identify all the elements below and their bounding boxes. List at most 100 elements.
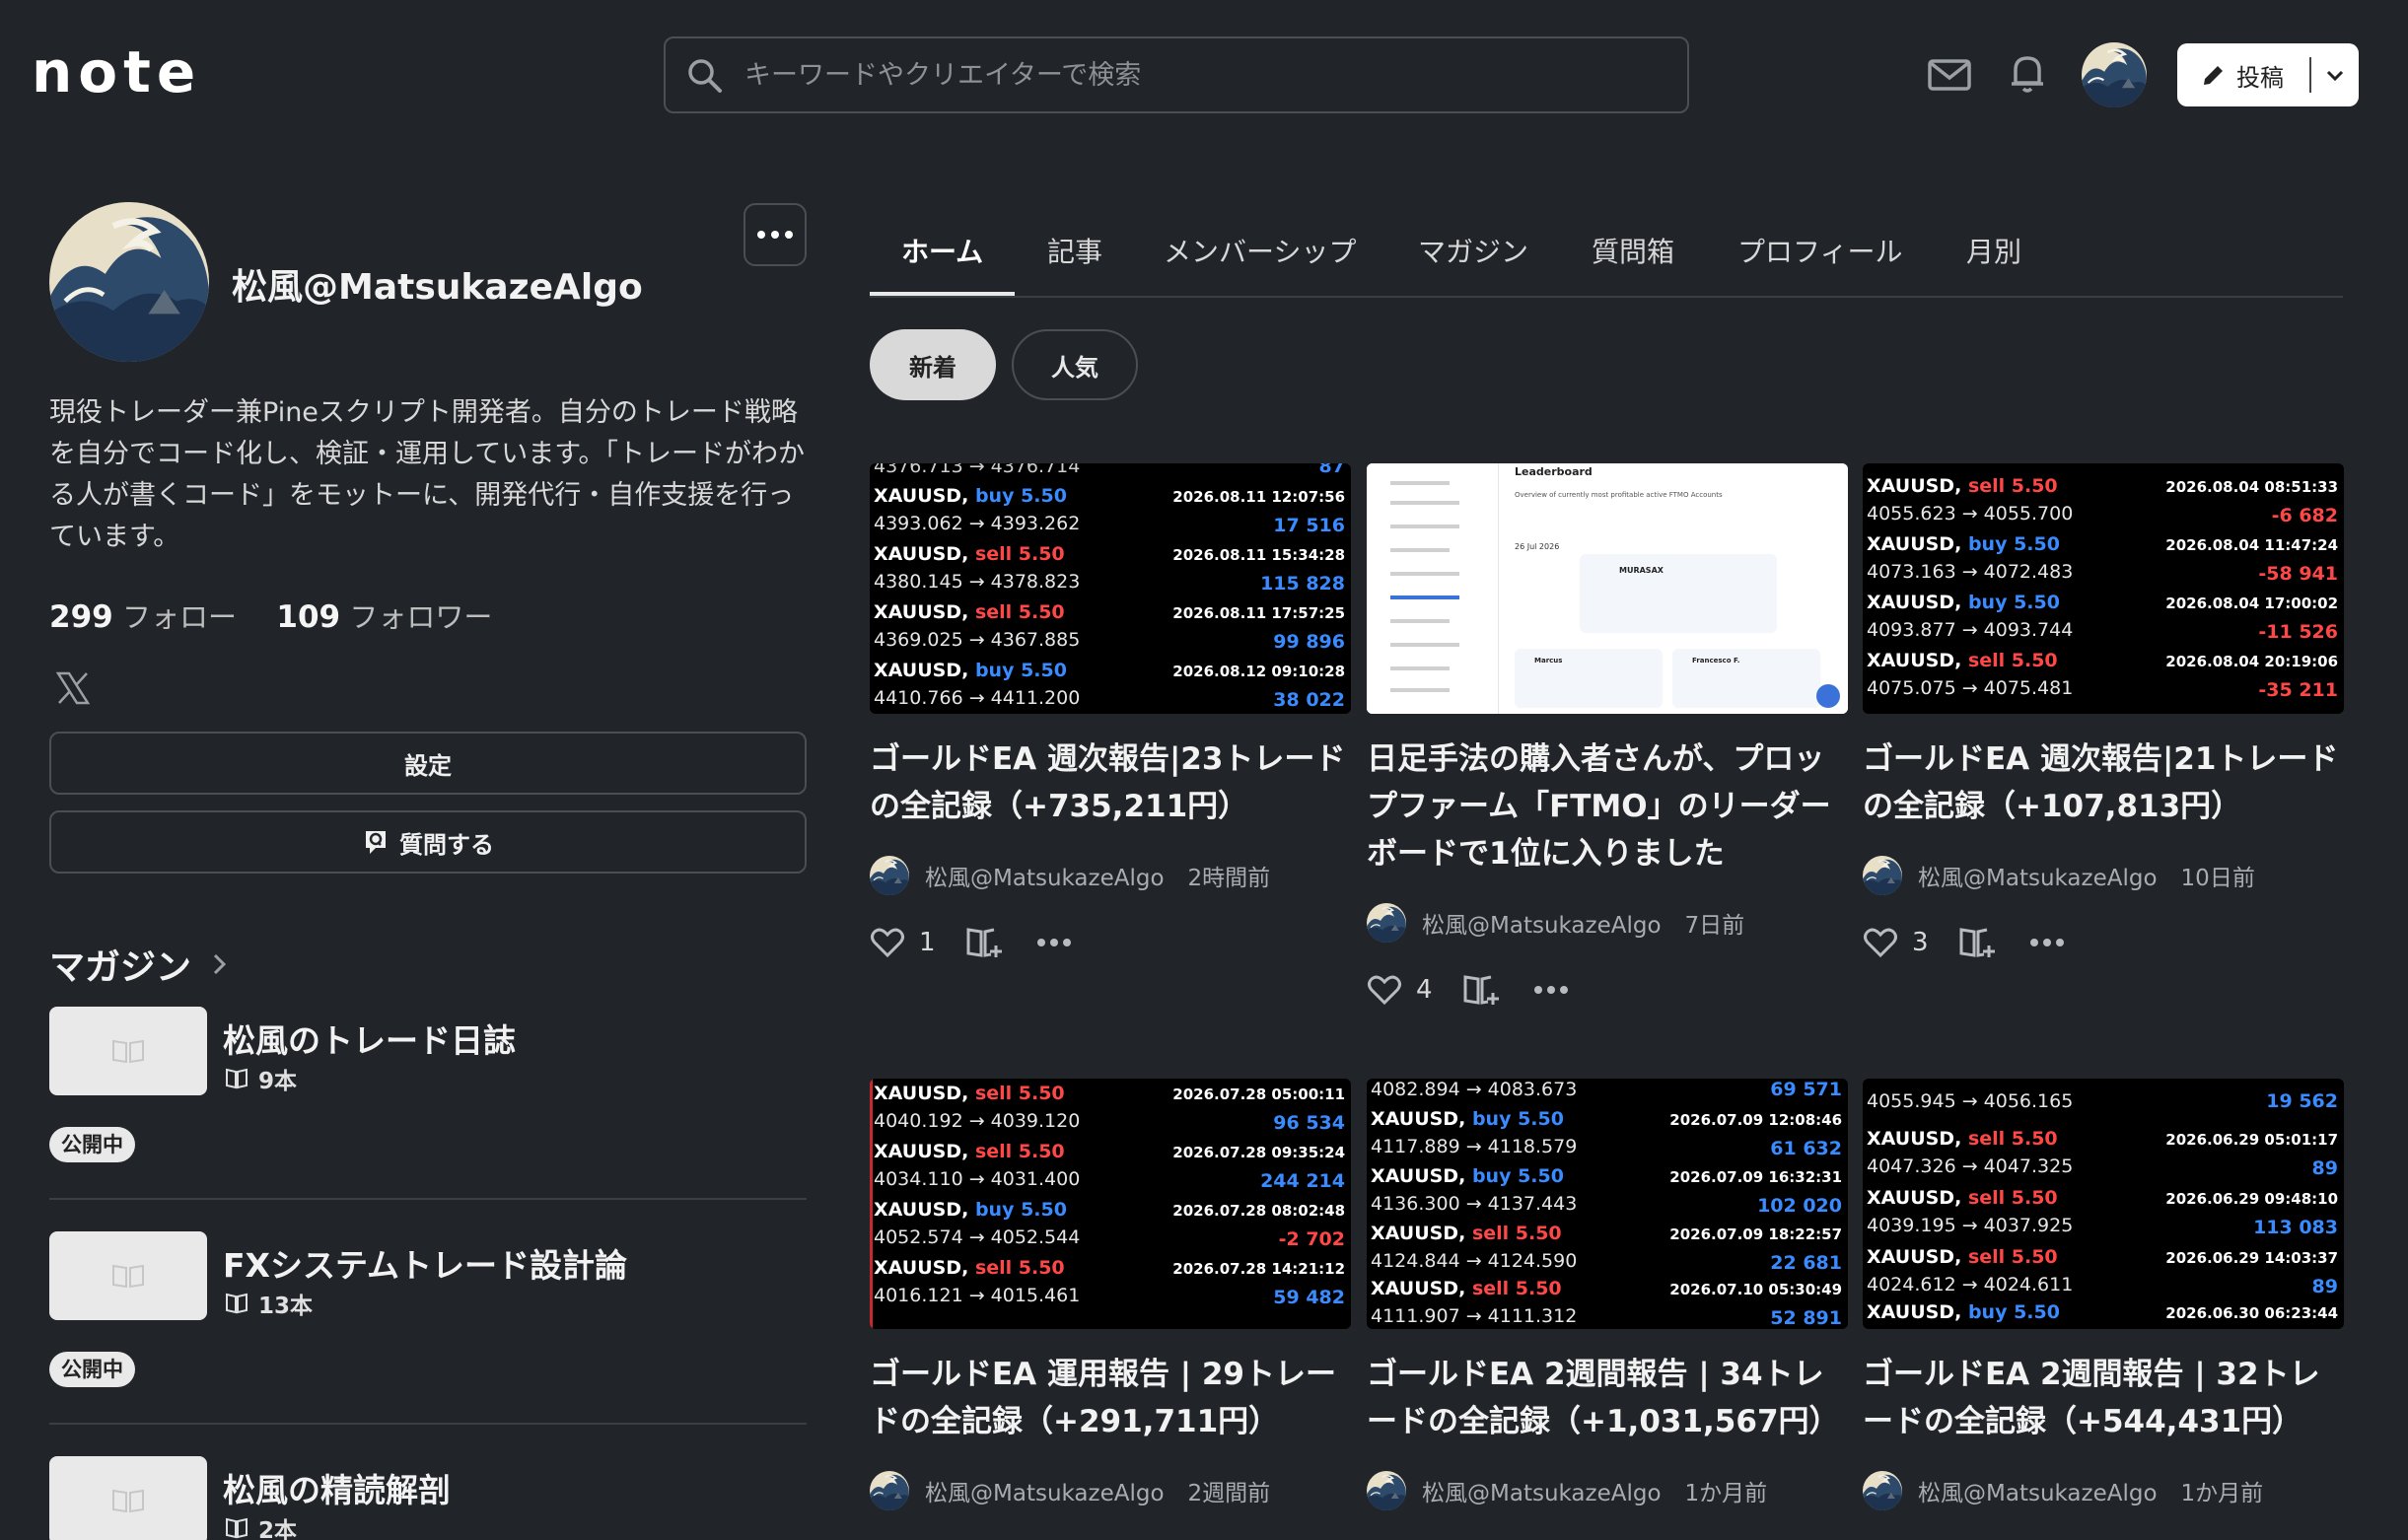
author-avatar[interactable] [1367, 1471, 1406, 1510]
settings-button[interactable]: 設定 [49, 732, 807, 795]
author-name[interactable]: 松風@MatsukazeAlgo [1422, 906, 1662, 940]
tab-monthly[interactable]: 月別 [1966, 231, 2021, 270]
book-icon [226, 1517, 248, 1539]
question-icon [366, 831, 386, 854]
tab-membership[interactable]: メンバーシップ [1164, 231, 1356, 270]
trade-pnl: 69 571 [1770, 1079, 1842, 1100]
filter-new[interactable]: 新着 [870, 329, 996, 400]
post-time: 10日前 [2180, 866, 2255, 891]
trade-datetime: 2026.07.28 14:21:12 [1172, 1260, 1345, 1278]
trade-side: sell 5.50 [1967, 650, 2058, 671]
trade-side: sell 5.50 [1967, 1128, 2058, 1150]
article-title[interactable]: ゴールドEA 週次報告|23トレードの全記録（+735,211円） [870, 735, 1353, 830]
author-name[interactable]: 松風@MatsukazeAlgo [925, 1474, 1165, 1507]
more-icon[interactable] [1533, 985, 1569, 995]
filter-popular[interactable]: 人気 [1012, 329, 1138, 400]
trade-side: buy 5.50 [1967, 533, 2060, 555]
note-logo[interactable]: note [32, 43, 201, 101]
tab-profile[interactable]: プロフィール [1737, 231, 1902, 270]
tab-home[interactable]: ホーム [901, 231, 983, 270]
trade-side: sell 5.50 [974, 601, 1065, 623]
article-thumbnail[interactable]: Leaderboard Overview of currently most p… [1367, 463, 1848, 714]
follow-count[interactable]: 299 [49, 599, 113, 635]
magazine-title[interactable]: FXシステムトレード設計論 [223, 1239, 627, 1287]
tab-magazines[interactable]: マガジン [1418, 231, 1528, 270]
author-name[interactable]: 松風@MatsukazeAlgo [1918, 859, 2158, 892]
trade-pnl: 115 828 [1260, 573, 1345, 595]
magazine-heading[interactable]: マガジン [49, 939, 231, 990]
heart-icon[interactable] [1863, 927, 1898, 958]
heart-icon[interactable] [870, 927, 905, 958]
ask-question-label: 質問する [399, 830, 494, 859]
trade-datetime: 2026.06.29 05:01:17 [2165, 1131, 2338, 1149]
mail-icon[interactable] [1926, 51, 1973, 99]
trade-datetime: 2026.08.11 17:57:25 [1172, 604, 1345, 622]
trade-datetime: 2026.06.29 09:48:10 [2165, 1190, 2338, 1208]
heart-icon[interactable] [1367, 974, 1402, 1006]
leaderboard-sub: Overview of currently most profitable ac… [1515, 491, 1723, 499]
article-title[interactable]: ゴールドEA 運用報告 | 29トレードの全記録（+291,711円） [870, 1351, 1353, 1445]
article-title[interactable]: ゴールドEA 2週間報告 | 32トレードの全記録（+544,431円） [1863, 1351, 2346, 1445]
follower-count[interactable]: 109 [276, 599, 340, 635]
follow-stats: 299 フォロー 109 フォロワー [49, 595, 492, 636]
x-twitter-icon[interactable] [55, 670, 91, 706]
magazine-count: 2本 [225, 1511, 297, 1540]
article-thumbnail[interactable]: 4055.945 → 4056.165 19 562 XAUUSD, sell … [1863, 1079, 2344, 1329]
follow-label[interactable]: フォロー [122, 600, 237, 634]
more-icon[interactable] [2029, 938, 2065, 947]
trade-price: 4376.713 → 4376.714 [874, 463, 1081, 477]
article-thumbnail[interactable]: 4082.894 → 4083.673 69 571 XAUUSD, buy 5… [1367, 1079, 1848, 1329]
author-name[interactable]: 松風@MatsukazeAlgo [1918, 1474, 2158, 1507]
tab-questions[interactable]: 質問箱 [1592, 231, 1674, 270]
article-thumbnail[interactable]: XAUUSD, sell 5.50 2026.07.28 05:00:11 40… [870, 1079, 1351, 1329]
author-avatar[interactable] [1367, 903, 1406, 943]
book-icon [226, 1068, 248, 1089]
trade-side: sell 5.50 [1471, 1278, 1562, 1299]
ask-question-button[interactable]: 質問する [49, 810, 807, 874]
magazine-add-icon[interactable] [1958, 926, 1996, 959]
magazine-title[interactable]: 松風のトレード日誌 [223, 1015, 516, 1062]
article-title[interactable]: ゴールドEA 2週間報告 | 34トレードの全記録（+1,031,567円） [1367, 1351, 1850, 1445]
profile-more-button[interactable] [744, 203, 807, 266]
profile-bio: 現役トレーダー兼Pineスクリプト開発者。自分のトレード戦略を自分でコード化し、… [49, 397, 805, 552]
trade-datetime: 2026.08.12 09:10:28 [1172, 663, 1345, 680]
magazine-add-icon[interactable] [1462, 973, 1500, 1007]
bell-icon[interactable] [2004, 49, 2051, 97]
trade-datetime: 2026.07.28 08:02:48 [1172, 1202, 1345, 1220]
author-avatar[interactable] [1863, 856, 1902, 895]
author-avatar[interactable] [870, 1471, 909, 1510]
search-icon [688, 59, 722, 93]
author-name[interactable]: 松風@MatsukazeAlgo [925, 859, 1165, 892]
trade-side: sell 5.50 [1967, 1246, 2058, 1268]
author-avatar[interactable] [870, 856, 909, 895]
tab-articles[interactable]: 記事 [1047, 231, 1102, 270]
chevron-down-icon[interactable] [2323, 63, 2347, 87]
trade-price: 4039.195 → 4037.925 [1867, 1215, 2074, 1236]
magazine-count: 9本 [225, 1062, 297, 1095]
follower-label[interactable]: フォロワー [349, 600, 492, 634]
article-thumbnail[interactable]: XAUUSD, sell 5.50 2026.08.04 08:51:33 40… [1863, 463, 2344, 714]
like-count: 3 [1912, 928, 1929, 957]
author-name[interactable]: 松風@MatsukazeAlgo [1422, 1474, 1662, 1507]
trade-datetime: 2026.08.11 12:07:56 [1172, 488, 1345, 506]
trade-side: buy 5.50 [974, 1199, 1067, 1221]
book-icon [112, 1489, 144, 1513]
leaderboard-card-2: Marcus [1515, 649, 1663, 708]
trade-datetime: 2026.07.28 05:00:11 [1172, 1085, 1345, 1103]
trade-price: 4082.894 → 4083.673 [1371, 1079, 1578, 1100]
trade-side: buy 5.50 [1967, 592, 2060, 613]
magazine-add-icon[interactable] [965, 926, 1003, 959]
article-thumbnail[interactable]: 4376.713 → 4376.714 87 XAUUSD, buy 5.50 … [870, 463, 1351, 714]
more-icon[interactable] [1036, 938, 1072, 947]
user-avatar[interactable] [2082, 42, 2147, 107]
author-avatar[interactable] [1863, 1471, 1902, 1510]
article-title[interactable]: 日足手法の購入者さんが、プロップファーム「FTMO」のリーダーボードで1位に入り… [1367, 735, 1850, 877]
article-title[interactable]: ゴールドEA 週次報告|21トレードの全記録（+107,813円） [1863, 735, 2346, 830]
post-button-label: 投稿 [2236, 63, 2284, 92]
trade-pnl: 22 681 [1770, 1252, 1842, 1274]
magazine-title[interactable]: 松風の精読解剖 [223, 1464, 451, 1511]
search-input[interactable] [744, 38, 1671, 111]
search-box[interactable] [664, 36, 1689, 113]
trade-datetime: 2026.06.30 06:23:44 [2165, 1304, 2338, 1322]
post-button[interactable]: 投稿 [2177, 43, 2359, 106]
